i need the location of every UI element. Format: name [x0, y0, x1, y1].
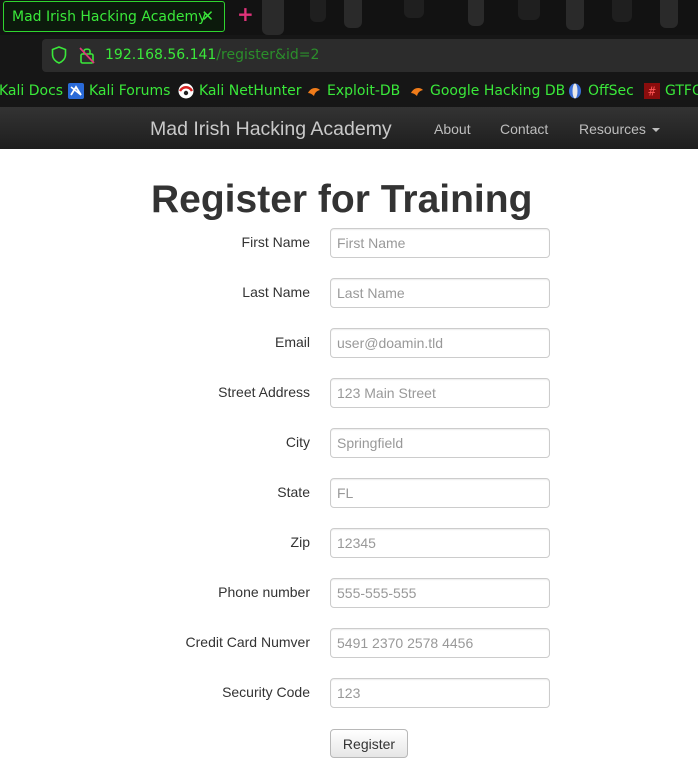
gtfobins-icon: #	[644, 83, 660, 99]
bookmark-label: Kali Forums	[89, 83, 171, 99]
state-input[interactable]	[330, 478, 550, 508]
tab-title: Mad Irish Hacking Academy	[12, 8, 207, 25]
register-button[interactable]: Register	[330, 729, 408, 758]
field-label: Zip	[290, 534, 310, 550]
field-label: Last Name	[242, 284, 310, 300]
field-label: State	[277, 484, 310, 500]
zip-input[interactable]	[330, 528, 550, 558]
insecure-lock-icon[interactable]	[79, 46, 95, 64]
nav-resources-dropdown[interactable]: Resources	[579, 121, 660, 137]
form-row-zip: Zip	[0, 528, 698, 558]
browser-tab-bar: Mad Irish Hacking Academy ✕ +	[0, 0, 698, 35]
bookmark-label: OffSec	[588, 83, 634, 99]
bookmark-offsec[interactable]: OffSec	[567, 83, 634, 99]
field-label: Security Code	[222, 684, 310, 700]
background-decoration	[518, 0, 540, 20]
bookmark-kali-docs[interactable]: Kali Docs	[0, 83, 63, 99]
form-row-street-address: Street Address	[0, 378, 698, 408]
bookmark-label: Exploit-DB	[327, 83, 401, 99]
bookmark-exploit-db[interactable]: Exploit-DB	[306, 83, 400, 99]
background-decoration	[566, 0, 584, 30]
url-text[interactable]: 192.168.56.141/register&id=2	[105, 47, 319, 63]
city-input[interactable]	[330, 428, 550, 458]
form-row-state: State	[0, 478, 698, 508]
background-decoration	[262, 0, 284, 35]
svg-text:#: #	[648, 85, 656, 99]
background-decoration	[310, 0, 326, 22]
close-icon[interactable]: ✕	[201, 7, 214, 25]
background-decoration	[404, 0, 424, 18]
offsec-icon	[569, 83, 581, 99]
browser-tab[interactable]: Mad Irish Hacking Academy ✕	[3, 1, 225, 32]
first-name-input[interactable]	[330, 228, 550, 258]
url-host: 192.168.56.141	[105, 47, 217, 63]
form-row-security-code: Security Code	[0, 678, 698, 708]
bookmark-label: GTFO	[665, 83, 698, 99]
bookmark-label: Kali NetHunter	[199, 83, 302, 99]
field-label: First Name	[241, 234, 310, 250]
background-decoration	[344, 0, 362, 28]
field-label: Phone number	[218, 584, 310, 600]
plus-icon[interactable]: +	[237, 2, 254, 26]
email-input[interactable]	[330, 328, 550, 358]
background-decoration	[660, 0, 678, 28]
bookmark-label: Kali Docs	[0, 83, 64, 99]
nav-about[interactable]: About	[434, 121, 471, 137]
form-row-credit-card: Credit Card Numver	[0, 628, 698, 658]
form-row-first-name: First Name	[0, 228, 698, 258]
field-label: City	[285, 434, 310, 450]
caret-down-icon	[651, 128, 660, 133]
nethunter-icon	[178, 83, 194, 99]
nav-resources-label: Resources	[579, 121, 646, 137]
exploitdb-icon	[308, 88, 320, 96]
credit-card-input[interactable]	[330, 628, 550, 658]
nav-contact[interactable]: Contact	[500, 121, 548, 137]
phone-input[interactable]	[330, 578, 550, 608]
shield-icon[interactable]	[51, 46, 67, 64]
background-decoration	[468, 0, 484, 26]
form-row-phone: Phone number	[0, 578, 698, 608]
background-decoration	[612, 0, 632, 22]
bookmark-kali-nethunter[interactable]: Kali NetHunter	[178, 83, 301, 99]
exploitdb-icon	[411, 88, 423, 96]
url-path: /register&id=2	[216, 47, 320, 63]
bookmark-kali-forums[interactable]: Kali Forums	[68, 83, 170, 99]
bookmark-gtfobins[interactable]: # GTFO	[644, 83, 698, 99]
bookmark-google-hacking-db[interactable]: Google Hacking DB	[409, 83, 565, 99]
bookmark-label: Google Hacking DB	[430, 83, 566, 99]
page-title: Register for Training	[151, 178, 533, 221]
form-row-email: Email	[0, 328, 698, 358]
field-label: Street Address	[218, 384, 310, 400]
form-row-city: City	[0, 428, 698, 458]
field-label: Email	[274, 334, 310, 350]
brand-link[interactable]: Mad Irish Hacking Academy	[150, 118, 392, 141]
field-label: Credit Card Numver	[185, 634, 310, 650]
form-row-last-name: Last Name	[0, 278, 698, 308]
last-name-input[interactable]	[330, 278, 550, 308]
kali-forums-icon	[68, 83, 84, 99]
street-address-input[interactable]	[330, 378, 550, 408]
site-navbar: Mad Irish Hacking Academy About Contact …	[0, 107, 698, 149]
security-code-input[interactable]	[330, 678, 550, 708]
